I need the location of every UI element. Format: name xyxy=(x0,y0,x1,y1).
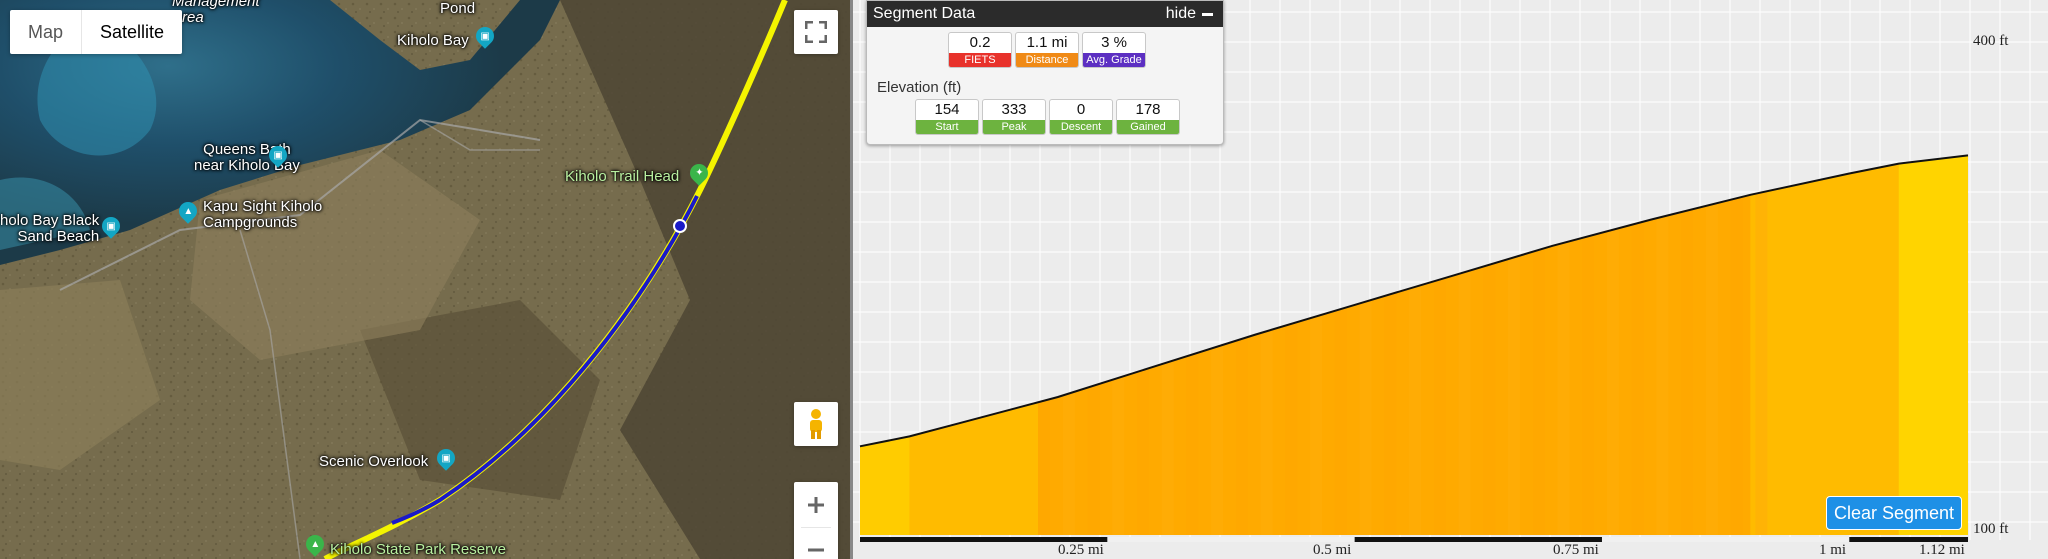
x-tick-label: 0.75 mi xyxy=(1553,542,1599,558)
fiets-metric: 0.2 FIETS xyxy=(948,32,1012,68)
fullscreen-button[interactable] xyxy=(794,10,838,54)
metric-value: 333 xyxy=(1001,101,1027,118)
x-tick-label: 1.12 mi xyxy=(1919,542,1965,558)
grade-stripe xyxy=(1235,155,1248,535)
label-kapu-sight: Kapu Sight Kiholo Campgrounds xyxy=(203,198,323,231)
grade-metric: 3 % Avg. Grade xyxy=(1082,32,1146,68)
label-state-park: Kiholo State Park Reserve xyxy=(330,541,506,558)
grade-stripe xyxy=(1656,155,1669,535)
hide-label: hide xyxy=(1165,5,1196,22)
gained-metric: 178 Gained xyxy=(1116,99,1180,135)
y-axis-top-label: 400 ft xyxy=(1973,33,2009,49)
segment-title: Segment Data xyxy=(873,5,976,22)
zoom-out-button[interactable] xyxy=(794,528,838,559)
metric-label: Avg. Grade xyxy=(1083,53,1145,67)
segment-metrics: 0.2 FIETS 1.1 mi Distance 3 % Avg. Grade xyxy=(948,32,1146,68)
grade-stripe xyxy=(1705,155,1718,535)
fullscreen-icon xyxy=(805,21,827,43)
zoom-control xyxy=(794,482,838,559)
x-tick-label: 0.5 mi xyxy=(1313,542,1352,558)
grade-stripe xyxy=(1260,155,1273,535)
label-pond: Pond xyxy=(440,0,476,17)
segment-data-box: Segment Data hide 0.2 FIETS 1.1 mi Dista… xyxy=(866,0,1224,145)
label-management-area: Management Area xyxy=(172,0,260,26)
start-metric: 154 Start xyxy=(915,99,979,135)
x-tick-label: 0.25 mi xyxy=(1058,542,1104,558)
grade-stripe xyxy=(1409,155,1422,535)
label-kiholo-trail-head: Kiholo Trail Head xyxy=(565,168,680,185)
grade-stripe xyxy=(1310,155,1323,535)
grade-stripe xyxy=(1384,155,1397,535)
metric-value: 0 xyxy=(1076,101,1086,118)
elevation-metrics: 154 Start 333 Peak 0 Descent 178 Gained xyxy=(915,99,1180,135)
peak-metric: 333 Peak xyxy=(982,99,1046,135)
label-scenic-overlook: Scenic Overlook xyxy=(319,453,429,470)
grade-stripe xyxy=(1582,155,1595,535)
metric-label: Distance xyxy=(1016,53,1078,67)
clear-segment-button[interactable]: Clear Segment xyxy=(1826,496,1963,530)
grade-band xyxy=(1750,155,1900,535)
minus-icon xyxy=(1202,12,1213,16)
label-black-sand-beach: holo Bay Black Sand Beach xyxy=(0,212,100,245)
map-type-satellite-button[interactable]: Satellite xyxy=(81,10,182,54)
metric-value: 154 xyxy=(934,101,960,118)
map-type-map-button[interactable]: Map xyxy=(10,10,81,54)
grade-stripe xyxy=(1755,155,1768,535)
metric-label: Descent xyxy=(1050,120,1112,134)
metric-label: FIETS xyxy=(949,53,1011,67)
metric-value: 1.1 mi xyxy=(1026,34,1068,51)
segment-header: Segment Data hide xyxy=(867,1,1223,27)
metric-value: 178 xyxy=(1135,101,1161,118)
elevation-title: Elevation (ft) xyxy=(877,79,962,96)
x-tick-label: 1 mi xyxy=(1819,542,1847,558)
x-axis-alt-band xyxy=(1601,537,1850,542)
grade-stripe xyxy=(1483,155,1496,535)
metric-value: 0.2 xyxy=(969,34,991,51)
grade-stripe xyxy=(1681,155,1694,535)
elevation-panel: 400 ft 100 ft 0.25 mi 0.5 mi 0.75 mi 1 m… xyxy=(853,0,2048,559)
metric-value: 3 % xyxy=(1101,34,1127,51)
zoom-in-icon xyxy=(808,496,824,513)
pegman-icon xyxy=(810,409,822,439)
label-kiholo-bay: Kiholo Bay xyxy=(397,32,469,49)
distance-metric: 1.1 mi Distance xyxy=(1015,32,1079,68)
grade-stripe xyxy=(1606,155,1619,535)
metric-label: Peak xyxy=(983,120,1045,134)
map-type-control: Map Satellite xyxy=(10,10,183,54)
satellite-imagery xyxy=(0,0,850,559)
grade-stripe xyxy=(1557,155,1570,535)
grade-stripe xyxy=(1730,155,1743,535)
grade-stripe xyxy=(1532,155,1545,535)
grade-stripe xyxy=(1334,155,1347,535)
grade-band xyxy=(1898,155,1968,535)
zoom-in-button[interactable] xyxy=(794,483,838,527)
metric-label: Gained xyxy=(1117,120,1179,134)
grade-stripe xyxy=(1507,155,1520,535)
street-view-button[interactable] xyxy=(794,402,838,446)
descent-metric: 0 Descent xyxy=(1049,99,1113,135)
satellite-map[interactable]: Management Area Pond Kiholo Bay ▣ Queens… xyxy=(0,0,850,559)
zoom-out-icon xyxy=(808,548,824,551)
hide-segment-button[interactable]: hide xyxy=(1166,5,1213,23)
y-axis-bottom-label: 100 ft xyxy=(1973,521,2009,537)
metric-label: Start xyxy=(916,120,978,134)
grade-stripe xyxy=(1631,155,1644,535)
grade-stripe xyxy=(1285,155,1298,535)
